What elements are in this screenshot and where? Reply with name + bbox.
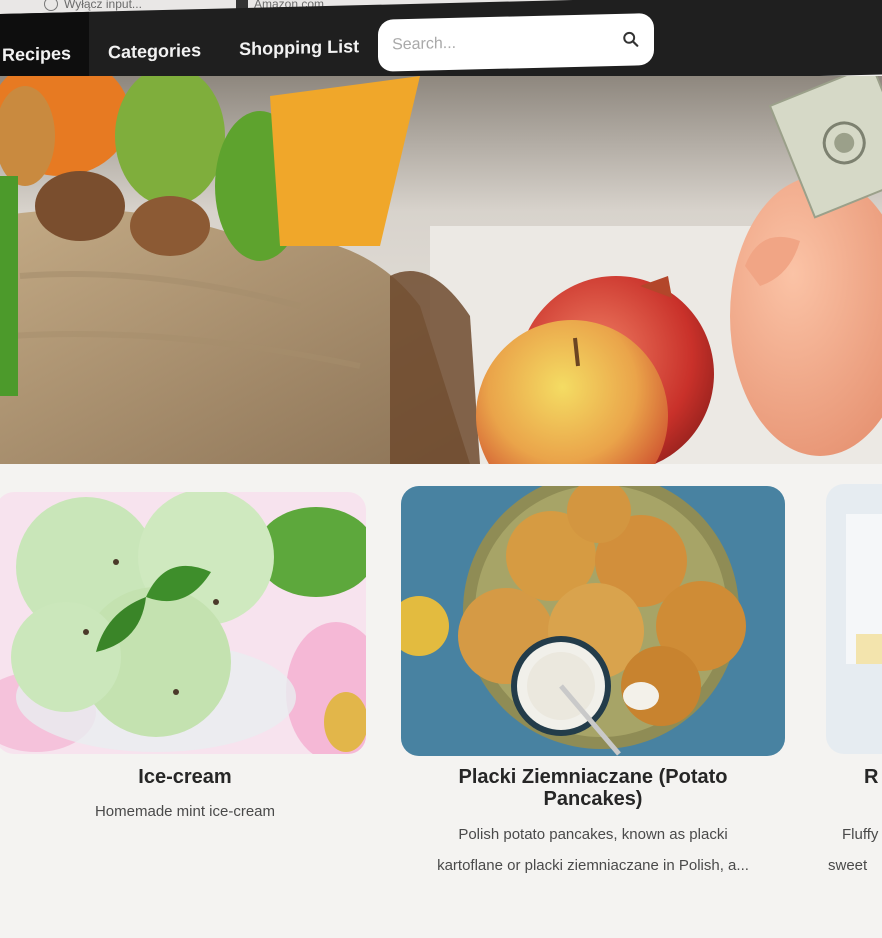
recipe-title[interactable]: R <box>864 766 882 788</box>
recipe-description: Homemade mint ice-cream <box>94 803 276 820</box>
recipe-description-line: sweet <box>828 857 868 874</box>
recipe-title[interactable]: Placki Ziemniaczane (Potato Pancakes) <box>410 766 776 810</box>
potato-pancakes-photo[interactable] <box>401 486 785 756</box>
recipe-description: Polish potato pancakes, known as placki … <box>398 819 788 881</box>
openai-icon <box>44 0 58 11</box>
search-icon[interactable] <box>622 30 640 48</box>
bookmark-item[interactable]: Wyłącz input... <box>44 0 142 11</box>
nav-label: Categories <box>108 39 202 62</box>
recipe-description-line: kartoflane or placki ziemniaczane in Pol… <box>437 857 749 874</box>
recipe-description-line: Polish potato pancakes, known as placki <box>458 826 728 843</box>
mint-ice-cream-photo[interactable] <box>0 492 366 754</box>
bookmark-label: Wyłącz input... <box>64 0 142 11</box>
search-box <box>378 13 655 72</box>
nav-label: Recipes <box>2 42 72 65</box>
search-input[interactable] <box>392 30 623 55</box>
partial-recipe-photo[interactable] <box>826 484 882 754</box>
recipe-description-line: Fluffy <box>842 826 879 843</box>
nav-label: Shopping List <box>239 35 360 59</box>
recipe-description: Fluffy sweet <box>828 819 882 881</box>
recipe-list: Ice-cream Homemade mint ice-cream Placki… <box>0 464 882 938</box>
recipe-title[interactable]: Ice-cream <box>0 766 370 788</box>
hero-banner-image <box>0 76 882 464</box>
